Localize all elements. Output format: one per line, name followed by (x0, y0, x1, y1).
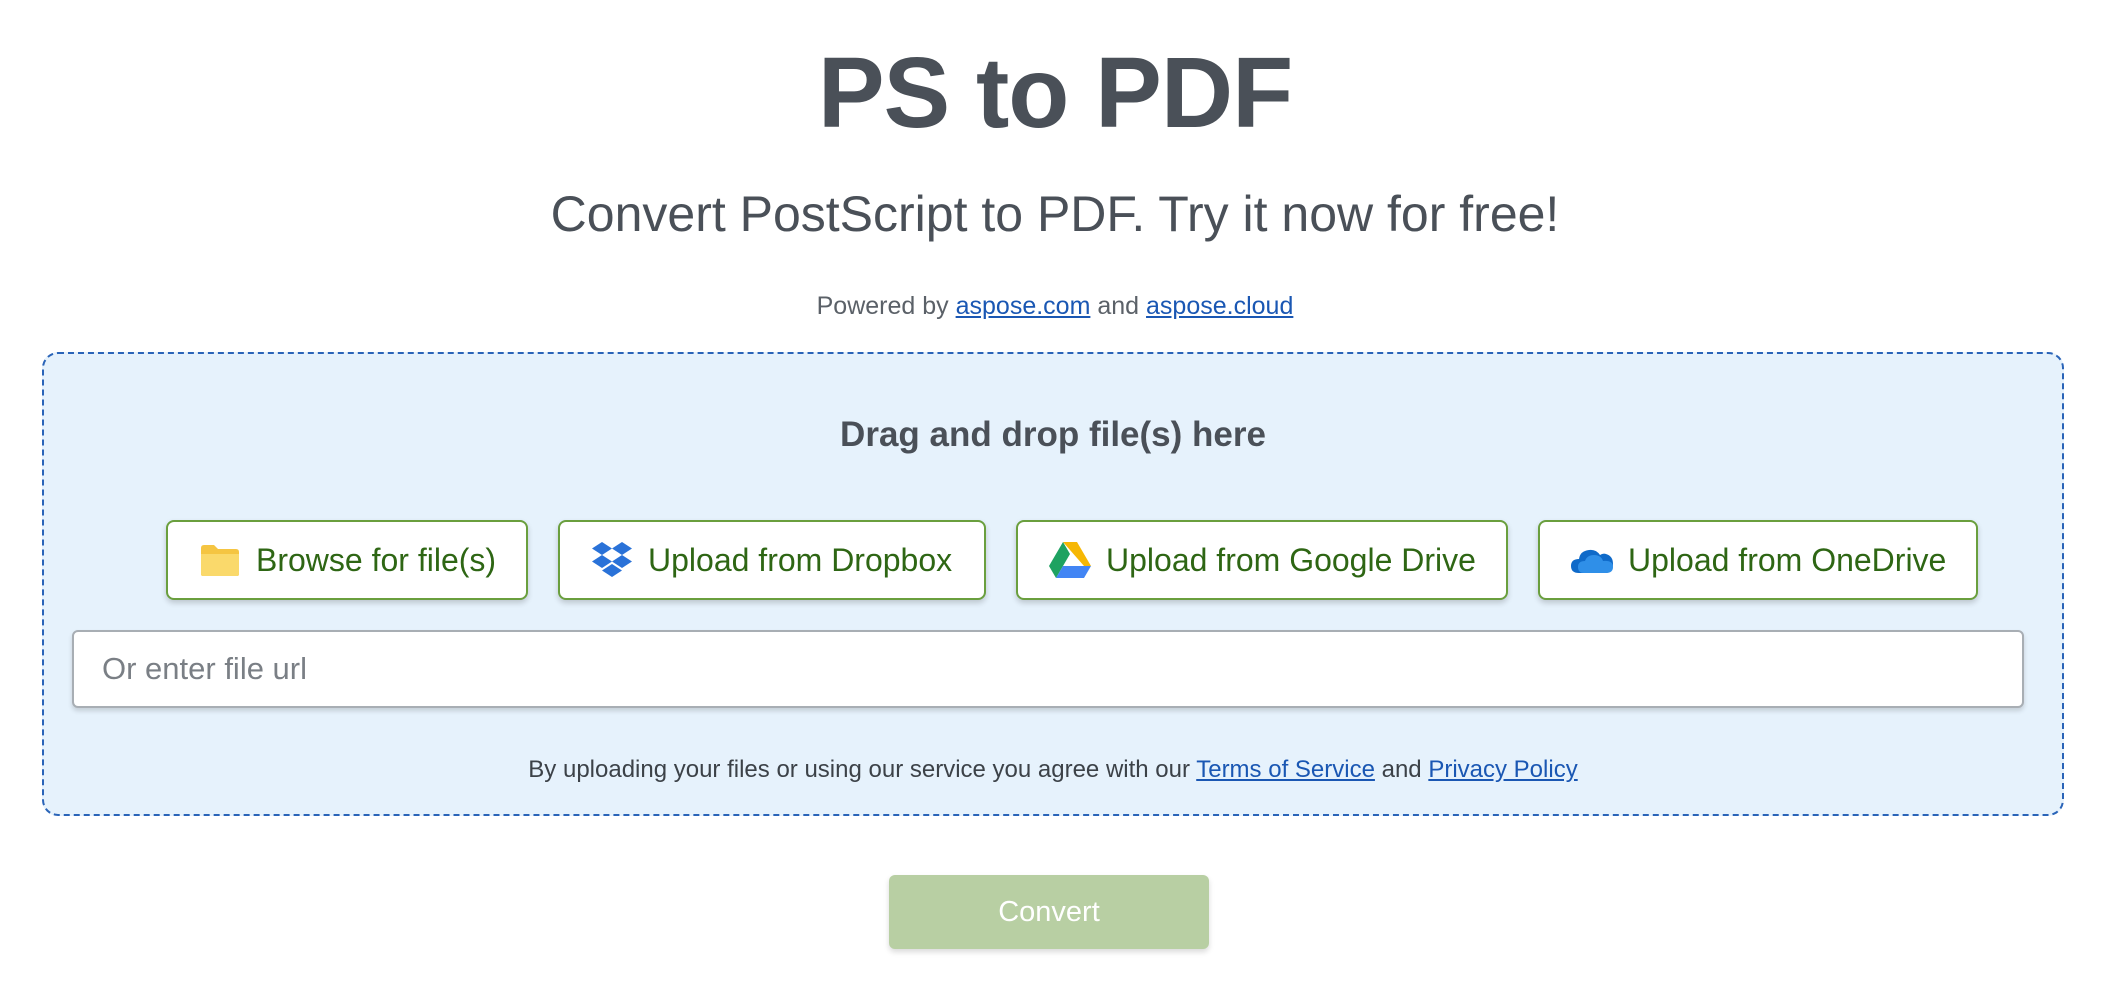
upload-google-drive-button[interactable]: Upload from Google Drive (1016, 520, 1508, 600)
page-title: PS to PDF (817, 37, 1293, 149)
aspose-cloud-link[interactable]: aspose.cloud (1146, 292, 1293, 320)
browse-files-button[interactable]: Browse for file(s) (166, 520, 528, 600)
convert-button[interactable]: Convert (889, 875, 1209, 949)
page: PS to PDF Convert PostScript to PDF. Try… (0, 0, 2110, 1004)
aspose-com-link[interactable]: aspose.com (956, 292, 1091, 320)
powered-by-and: and (1097, 292, 1140, 320)
dropzone-label: Drag and drop file(s) here (840, 415, 1266, 454)
folder-icon (198, 538, 242, 582)
terms-and: and (1381, 756, 1422, 783)
upload-onedrive-label: Upload from OneDrive (1628, 542, 1947, 578)
upload-onedrive-button[interactable]: Upload from OneDrive (1538, 520, 1978, 600)
terms-notice: By uploading your files or using our ser… (44, 754, 2062, 786)
file-url-input[interactable] (72, 630, 2024, 708)
privacy-policy-link[interactable]: Privacy Policy (1428, 756, 1577, 783)
page-subtitle: Convert PostScript to PDF. Try it now fo… (550, 186, 1560, 242)
dropbox-icon (590, 538, 634, 582)
file-dropzone[interactable]: Drag and drop file(s) here Browse for fi… (42, 352, 2064, 816)
upload-google-drive-label: Upload from Google Drive (1106, 542, 1476, 578)
upload-button-row: Browse for file(s) Upload from Dropbox U… (44, 520, 2062, 600)
browse-files-label: Browse for file(s) (256, 542, 497, 578)
terms-of-service-link[interactable]: Terms of Service (1196, 756, 1375, 783)
terms-prefix: By uploading your files or using our ser… (528, 756, 1190, 783)
upload-dropbox-button[interactable]: Upload from Dropbox (558, 520, 986, 600)
google-drive-icon (1048, 538, 1092, 582)
powered-by: Powered by aspose.com and aspose.cloud (0, 290, 2110, 322)
upload-dropbox-label: Upload from Dropbox (648, 542, 953, 578)
powered-by-prefix: Powered by (816, 292, 949, 320)
onedrive-icon (1570, 538, 1614, 582)
